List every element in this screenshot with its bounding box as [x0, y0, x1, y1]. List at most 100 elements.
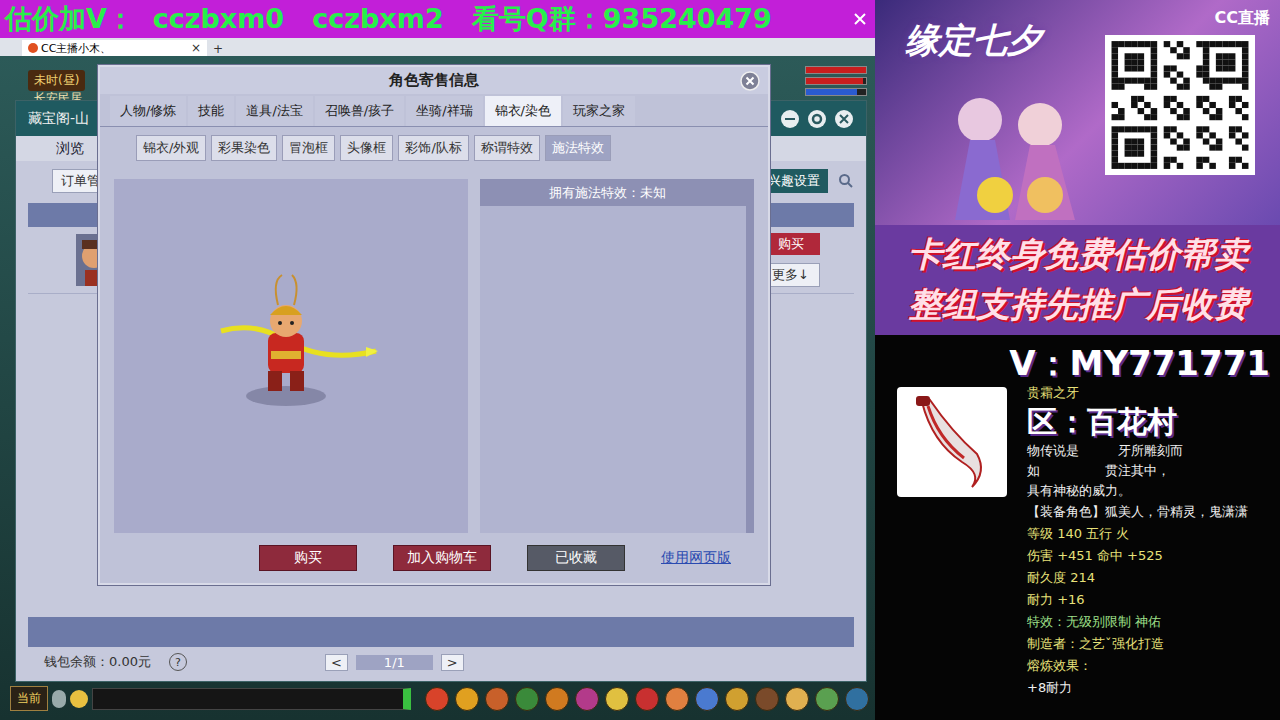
- dialog-tab[interactable]: 人物/修炼: [110, 96, 186, 126]
- new-tab-button[interactable]: +: [213, 42, 223, 56]
- interest-button[interactable]: 兴趣设置: [760, 169, 828, 193]
- page-number: 1/1: [356, 655, 433, 670]
- item-stat: 伤害 +451 命中 +525: [1027, 545, 1248, 567]
- item-stat: 耐力 +16: [1027, 589, 1248, 611]
- browser-tab-close[interactable]: ×: [191, 41, 201, 55]
- help-button[interactable]: ?: [169, 653, 187, 671]
- next-page[interactable]: >: [441, 654, 464, 671]
- toolbar-icon[interactable]: [605, 687, 629, 711]
- banner-text: 估价加V： cczbxm0 cczbxm2 看号Q群：935240479: [5, 1, 853, 37]
- subtab[interactable]: 彩饰/队标: [398, 135, 468, 161]
- region-text: 区：百花村: [1027, 403, 1248, 441]
- search-icon[interactable]: [838, 173, 854, 189]
- chat-input[interactable]: [92, 688, 411, 710]
- item-description: 物传说是 牙所雕刻而: [1027, 441, 1248, 461]
- dialog-tab[interactable]: 锦衣/染色: [485, 96, 561, 126]
- toolbar-icon[interactable]: [815, 687, 839, 711]
- qr-code-icon: [1105, 35, 1255, 175]
- chat-channel[interactable]: 当前: [10, 686, 48, 711]
- toolbar-icon[interactable]: [635, 687, 659, 711]
- hud-time: 未时(昼): [28, 70, 85, 91]
- close-icon[interactable]: [834, 109, 854, 129]
- toolbar-icon[interactable]: [545, 687, 569, 711]
- dialog-button[interactable]: 使用网页版: [661, 546, 731, 570]
- cbg-bottom: 钱包余额：0.00元 ? < 1/1 >: [16, 647, 866, 681]
- dialog-buttons: 购买 加入购物车 已收藏 使用网页版: [100, 533, 768, 583]
- effects-list: [480, 206, 754, 533]
- toolbar-icon[interactable]: [845, 687, 869, 711]
- dialog-button[interactable]: 加入购物车: [393, 545, 491, 571]
- stream-overlay: 缘定七夕 CC直播 卡红终身免费估价帮卖整组支持先推广后收费 V：MY77177…: [875, 0, 1280, 720]
- promo-line: 整组支持先推广后收费: [908, 282, 1248, 328]
- emoji-icon[interactable]: [70, 690, 88, 708]
- subtab[interactable]: 头像框: [340, 135, 393, 161]
- browser-tabstrip: CC主播小木、 × +: [0, 38, 875, 56]
- stream-banner: 估价加V： cczbxm0 cczbxm2 看号Q群：935240479: [0, 0, 875, 38]
- toolbar-icon[interactable]: [695, 687, 719, 711]
- game-area: 未时(昼) 长安民居 藏宝阁-山 浏览 订单管 兴趣设置 购买 更多↓ 钱包余额…: [0, 56, 875, 720]
- toolbar-icon[interactable]: [785, 687, 809, 711]
- dialog-subtabs: 锦衣/外观彩果染色冒泡框头像框彩饰/队标称谓特效施法特效: [100, 127, 768, 161]
- brand-logo: CC直播: [1215, 8, 1270, 29]
- contact-text: V：MY771771: [897, 343, 1270, 383]
- minimize-icon[interactable]: [780, 109, 800, 129]
- item-stat: 特效：无级别限制 神佑: [1027, 611, 1248, 633]
- item-stat: 制造者：之艺ˇ强化打造: [1027, 633, 1248, 655]
- pager: < 1/1 >: [325, 654, 464, 671]
- subtab[interactable]: 冒泡框: [282, 135, 335, 161]
- item-description: 具有神秘的威力。: [1027, 481, 1248, 501]
- mic-icon[interactable]: [52, 690, 66, 708]
- dialog-title-text: 角色寄售信息: [389, 71, 479, 90]
- item-card: 贵霜之牙 区：百花村 物传说是 牙所雕刻而如 贯注其中，具有神秘的威力。 【装备…: [897, 383, 1270, 699]
- cbg-title: 藏宝阁-山: [28, 110, 89, 128]
- role-sale-dialog: 角色寄售信息 人物/修炼技能道具/法宝召唤兽/孩子坐骑/祥瑞锦衣/染色玩家之家 …: [98, 65, 770, 585]
- effects-header: 拥有施法特效：未知: [480, 179, 754, 206]
- close-icon[interactable]: [853, 12, 867, 26]
- toolbar-icon[interactable]: [485, 687, 509, 711]
- dialog-tab[interactable]: 道具/法宝: [236, 96, 312, 126]
- dialog-tabs: 人物/修炼技能道具/法宝召唤兽/孩子坐骑/祥瑞锦衣/染色玩家之家: [100, 94, 768, 127]
- dialog-button[interactable]: 购买: [259, 545, 357, 571]
- toolbar-icon[interactable]: [575, 687, 599, 711]
- table-footer: [28, 617, 854, 647]
- character-icon: [216, 271, 386, 411]
- item-stat: 耐久度 214: [1027, 567, 1248, 589]
- dialog-tab[interactable]: 召唤兽/孩子: [315, 96, 404, 126]
- item-description: 如 贯注其中，: [1027, 461, 1248, 481]
- browse-tab[interactable]: 浏览: [56, 140, 84, 158]
- toolbar-icon[interactable]: [755, 687, 779, 711]
- item-stat: 【装备角色】狐美人，骨精灵，鬼潇潇: [1027, 501, 1248, 523]
- close-icon[interactable]: [740, 71, 760, 91]
- item-image: [897, 387, 1007, 497]
- toolbar-icon[interactable]: [425, 687, 449, 711]
- item-details: 贵霜之牙 区：百花村 物传说是 牙所雕刻而如 贯注其中，具有神秘的威力。 【装备…: [1027, 383, 1248, 699]
- toolbar-icon[interactable]: [725, 687, 749, 711]
- dialog-tab[interactable]: 坐骑/祥瑞: [406, 96, 482, 126]
- status-bar: [805, 88, 867, 96]
- subtab[interactable]: 施法特效: [545, 135, 611, 161]
- character-preview: [114, 179, 468, 533]
- subtab[interactable]: 彩果染色: [211, 135, 277, 161]
- ad-title: 缘定七夕: [905, 18, 1041, 64]
- subtab[interactable]: 锦衣/外观: [136, 135, 206, 161]
- toolbar-icon[interactable]: [515, 687, 539, 711]
- toolbar-icon[interactable]: [665, 687, 689, 711]
- dialog-button[interactable]: 已收藏: [527, 545, 625, 571]
- toolbar-icon[interactable]: [455, 687, 479, 711]
- status-bar-fill: [806, 67, 866, 73]
- scrollbar[interactable]: [746, 206, 754, 533]
- item-stat: +8耐力: [1027, 677, 1248, 699]
- gear-icon[interactable]: [807, 109, 827, 129]
- browser-tab[interactable]: CC主播小木、 ×: [22, 40, 207, 56]
- status-bar: [805, 66, 867, 74]
- subtab[interactable]: 称谓特效: [474, 135, 540, 161]
- dialog-tab[interactable]: 技能: [188, 96, 234, 126]
- status-bar-fill: [806, 78, 863, 84]
- wallet-balance: 钱包余额：0.00元: [44, 653, 151, 671]
- prev-page[interactable]: <: [325, 654, 348, 671]
- status-bar: [805, 77, 867, 85]
- browser-tab-title: CC主播小木、: [28, 41, 111, 56]
- characters-icon: [935, 70, 1085, 220]
- status-bars: [805, 66, 867, 96]
- dialog-tab[interactable]: 玩家之家: [563, 96, 635, 126]
